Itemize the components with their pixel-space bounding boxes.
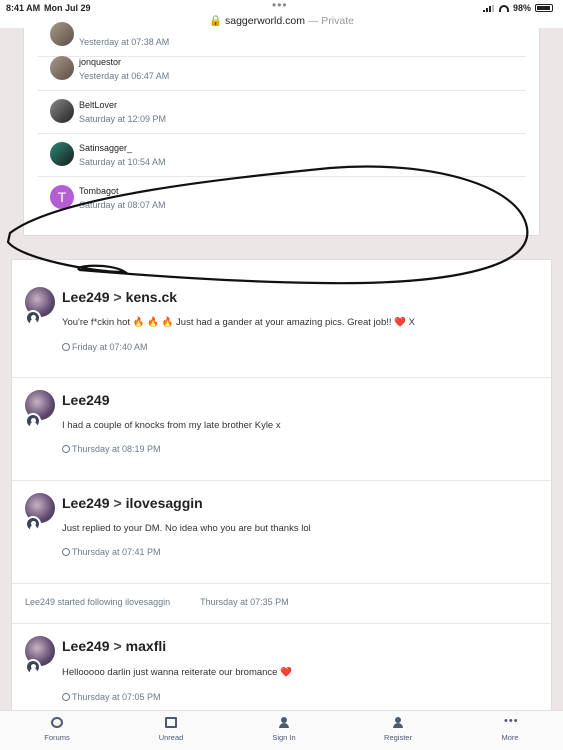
feed-post: Lee249 I had a couple of knocks from my … <box>12 378 551 481</box>
nav-label: Forums <box>44 733 70 742</box>
post-text: Hellooooo darlin just wanna reiterate ou… <box>62 667 292 678</box>
bottom-nav: Forums Unread Sign In Register ••• More <box>0 710 563 750</box>
post-time[interactable]: Friday at 07:40 AM <box>62 342 148 352</box>
user-status-icon <box>25 310 41 326</box>
nav-more[interactable]: ••• More <box>470 715 550 743</box>
feed-post: Lee249 > maxfli Hellooooo darlin just wann… <box>12 624 551 720</box>
heart-emoji: ❤️ <box>394 317 406 328</box>
battery-percent: 98% <box>512 3 531 13</box>
follower-time: Yesterday at 06:47 AM <box>79 71 170 81</box>
post-header: Lee249 > kens.ck <box>62 289 177 305</box>
heart-emoji: ❤️ <box>280 667 292 678</box>
post-time-text: Thursday at 08:19 PM <box>72 444 161 454</box>
target-link[interactable]: kens.ck <box>126 289 177 305</box>
clock-icon <box>62 445 70 453</box>
forums-icon <box>51 717 63 728</box>
nav-register[interactable]: Register <box>358 717 438 742</box>
avatar[interactable] <box>50 22 74 46</box>
nav-label: More <box>501 733 519 742</box>
nav-sign-in[interactable]: Sign In <box>244 717 324 742</box>
follower-row[interactable]: Satinsagger_ Saturday at 10:54 AM <box>38 134 526 177</box>
follower-name[interactable]: jonquestor <box>79 57 121 67</box>
more-icon: ••• <box>504 715 519 727</box>
arrow-icon: > <box>113 289 122 305</box>
follower-row[interactable]: BeltLover Saturday at 12:09 PM <box>38 91 526 134</box>
post-header: Lee249 <box>62 392 109 408</box>
author-link[interactable]: Lee249 <box>62 638 109 654</box>
clock-time: 8:41 AM <box>6 3 41 13</box>
post-time-text: Thursday at 07:05 PM <box>72 692 161 702</box>
feed-post: Lee249 > ilovesaggin Just replied to your … <box>12 481 551 584</box>
follower-name[interactable]: BeltLover <box>79 100 117 110</box>
follower-row[interactable]: T Tombagot Saturday at 08:07 AM <box>38 177 526 220</box>
nav-label: Register <box>384 733 412 742</box>
post-text-part: Hellooooo darlin just wanna reiterate ou… <box>62 667 281 678</box>
target-link[interactable]: ilovesaggin <box>126 495 203 511</box>
arrow-icon: > <box>113 495 122 511</box>
clock-icon <box>62 343 70 351</box>
post-text-part: Just had a gander at your amazing pics. … <box>173 317 395 328</box>
nav-forums[interactable]: Forums <box>17 717 97 742</box>
follower-row[interactable]: jonquestor Yesterday at 06:47 AM <box>38 48 526 91</box>
unread-icon <box>165 717 177 728</box>
arrow-icon: > <box>113 638 122 654</box>
battery-icon <box>535 4 553 12</box>
post-text-part: X <box>406 317 415 328</box>
user-status-icon <box>25 659 41 675</box>
target-link[interactable]: maxfli <box>126 638 166 654</box>
system-indicators: 98% <box>482 3 553 13</box>
avatar-letter: T <box>57 189 67 205</box>
author-link[interactable]: Lee249 <box>62 289 109 305</box>
author-link[interactable]: Lee249 <box>62 392 109 408</box>
wifi-icon <box>498 4 509 12</box>
follower-time: Saturday at 10:54 AM <box>79 157 166 167</box>
post-header: Lee249 > maxfli <box>62 638 166 654</box>
activity-text: Lee249 started following ilovesaggin <box>25 597 171 607</box>
author-link[interactable]: Lee249 <box>62 495 109 511</box>
follower-name[interactable]: Tombagot <box>79 186 119 196</box>
tab-dots-icon[interactable]: ••• <box>272 0 288 12</box>
fire-emoji: 🔥 🔥 🔥 <box>132 317 174 328</box>
user-status-icon <box>25 516 41 532</box>
post-text: You're f*ckin hot 🔥 🔥 🔥 Just had a gande… <box>62 317 415 328</box>
avatar[interactable] <box>50 142 74 166</box>
follower-name[interactable]: Satinsagger_ <box>79 143 132 153</box>
activity-time: Thursday at 07:35 PM <box>200 597 289 607</box>
post-text-part: You're f*ckin hot <box>62 317 133 328</box>
follower-time: Saturday at 12:09 PM <box>79 114 167 124</box>
activity-line[interactable]: Lee249 started following ilovesaggin Thur… <box>25 597 289 607</box>
nav-unread[interactable]: Unread <box>131 717 211 742</box>
user-status-icon <box>25 413 41 429</box>
post-time[interactable]: Thursday at 08:19 PM <box>62 444 161 454</box>
follower-time: Yesterday at 07:38 AM <box>79 37 170 47</box>
avatar[interactable]: T <box>50 185 74 209</box>
nav-label: Sign In <box>272 733 296 742</box>
post-time[interactable]: Thursday at 07:41 PM <box>62 547 161 557</box>
post-time[interactable]: Thursday at 07:05 PM <box>62 692 161 702</box>
clock-icon <box>62 693 70 701</box>
activity-feed: Lee249 > kens.ck You're f*ckin hot 🔥 🔥 🔥 J… <box>11 259 552 719</box>
avatar[interactable] <box>50 56 74 80</box>
date: Mon Jul 29 <box>44 3 91 13</box>
post-time-text: Thursday at 07:41 PM <box>72 547 161 557</box>
post-header: Lee249 > ilovesaggin <box>62 495 203 511</box>
nav-label: Unread <box>158 733 184 742</box>
user-icon <box>278 717 290 728</box>
followers-card: Yesterday at 07:38 AM jonquestor Yesterd… <box>23 22 540 236</box>
post-time-text: Friday at 07:40 AM <box>72 342 148 352</box>
post-text: I had a couple of knocks from my late br… <box>62 420 281 431</box>
avatar[interactable] <box>50 99 74 123</box>
signal-icon <box>482 4 495 12</box>
post-text: Just replied to your DM. No idea who you… <box>62 523 311 534</box>
feed-post: Lee249 > kens.ck You're f*ckin hot 🔥 🔥 🔥 J… <box>12 260 551 378</box>
follower-time: Saturday at 08:07 AM <box>79 200 166 210</box>
user-icon <box>392 717 404 728</box>
clock-icon <box>62 548 70 556</box>
